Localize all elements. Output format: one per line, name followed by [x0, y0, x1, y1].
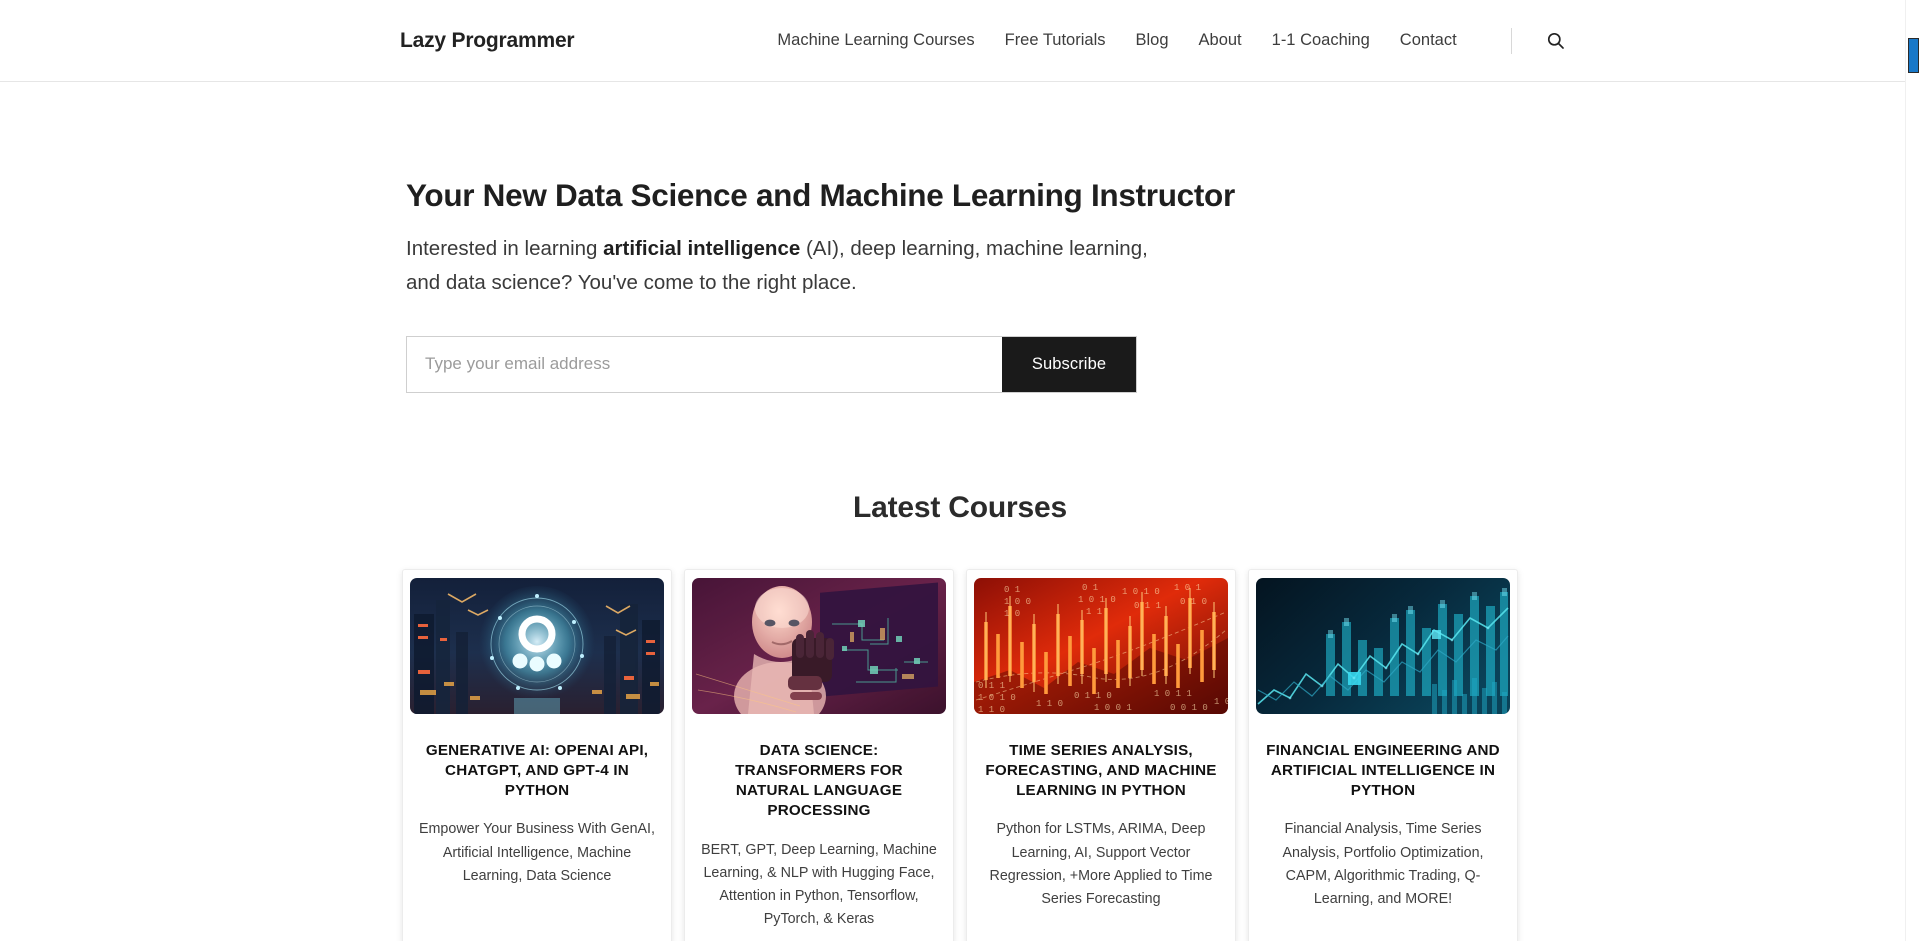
svg-text:0 0 1 0: 0 0 1 0	[1170, 703, 1208, 713]
hero-subtitle-emphasis: artificial intelligence	[603, 237, 801, 261]
svg-text:1 0 1 0: 1 0 1 0	[978, 693, 1016, 703]
main-navigation: Machine Learning Courses Free Tutorials …	[777, 27, 1567, 54]
latest-courses-section: Latest Courses GENERATIVE AI: OPENAI API…	[0, 491, 1920, 941]
section-title-latest-courses: Latest Courses	[853, 490, 1067, 524]
nav-item-blog[interactable]: Blog	[1120, 31, 1183, 50]
course-card[interactable]: Data Science: Transformers for Natural L…	[684, 568, 954, 941]
nav-divider	[1510, 27, 1512, 54]
header-inner: Lazy Programmer Machine Learning Courses…	[0, 27, 1920, 54]
svg-text:0 1: 0 1	[1082, 583, 1098, 593]
cyberpunk-city-ai-logo-thumbnail	[410, 577, 664, 714]
svg-text:1 1 0: 1 1 0	[1036, 699, 1063, 709]
svg-text:1 0 1 0: 1 0 1 0	[1122, 587, 1160, 597]
nav-item-free-tutorials[interactable]: Free Tutorials	[990, 31, 1121, 50]
humanoid-robot-circuit-board-thumbnail	[692, 577, 946, 714]
subscribe-form: Subscribe	[406, 335, 1137, 393]
site-header: Lazy Programmer Machine Learning Courses…	[0, 0, 1920, 82]
course-description: BERT, GPT, Deep Learning, Machine Learni…	[701, 841, 937, 928]
site-brand-logo[interactable]: Lazy Programmer	[400, 29, 575, 53]
nav-item-machine-learning-courses[interactable]: Machine Learning Courses	[777, 31, 989, 50]
hero-section: Your New Data Science and Machine Learni…	[0, 82, 1920, 393]
svg-text:1 0 1 1: 1 0 1 1	[1154, 689, 1192, 699]
course-description: Financial Analysis, Time Series Analysis…	[1282, 821, 1484, 907]
red-candlestick-chart-thumbnail: 0 1 1 0 0 1 0 0 1 1 0 1 0 1 1 1 0 1 0 0 1 1 1…	[974, 577, 1228, 714]
page-title: Your New Data Science and Machine Learni…	[406, 177, 1235, 213]
page-scrollbar-track[interactable]	[1905, 0, 1920, 941]
svg-text:0 1 1: 0 1 1	[978, 681, 1005, 691]
svg-text:1 0 1 0: 1 0 1 0	[1078, 595, 1116, 605]
course-title: Data Science: Transformers for Natural L…	[735, 741, 903, 820]
nav-item-contact[interactable]: Contact	[1385, 31, 1472, 50]
course-card[interactable]: Generative AI: OpenAI API, ChatGPT, and …	[402, 568, 672, 941]
hero-subtitle-part1: Interested in learning	[406, 237, 604, 261]
svg-text:1 1 0: 1 1 0	[978, 705, 1005, 714]
course-title: Generative AI: OpenAI API, ChatGPT, and …	[425, 741, 649, 800]
svg-text:1 0: 1 0	[1004, 609, 1020, 619]
svg-text:1 0: 1 0	[1214, 697, 1228, 707]
teal-financial-chart-thumbnail	[1256, 577, 1510, 714]
svg-text:1 0 0 1: 1 0 0 1	[1094, 703, 1132, 713]
svg-text:0 1 1 0: 0 1 1 0	[1074, 691, 1112, 701]
svg-text:1 0 0: 1 0 0	[1004, 597, 1031, 607]
course-title: Financial Engineering and Artificial Int…	[1266, 741, 1500, 800]
hero-subtitle: Interested in learning artificial intell…	[406, 232, 1151, 298]
subscribe-button[interactable]: Subscribe	[1002, 336, 1136, 392]
svg-text:0 1 1: 0 1 1	[1134, 601, 1161, 611]
email-field[interactable]	[407, 336, 1002, 392]
course-title: Time Series Analysis, Forecasting, and M…	[985, 741, 1217, 800]
course-card-row: Generative AI: OpenAI API, ChatGPT, and …	[0, 568, 1920, 941]
page-scrollbar-thumb[interactable]	[1908, 38, 1919, 73]
course-description: Python for LSTMs, ARIMA, Deep Learning, …	[989, 821, 1213, 907]
nav-item-about[interactable]: About	[1184, 31, 1257, 50]
svg-text:1 0 1: 1 0 1	[1174, 583, 1201, 593]
course-description: Empower Your Business With GenAI, Artifi…	[418, 821, 655, 884]
svg-text:1 1: 1 1	[1086, 607, 1102, 617]
svg-text:0 1: 0 1	[1004, 585, 1020, 595]
svg-text:0 1 0: 0 1 0	[1180, 597, 1207, 607]
nav-item-1-1-coaching[interactable]: 1-1 Coaching	[1257, 31, 1385, 50]
search-icon[interactable]	[1545, 30, 1567, 52]
course-card[interactable]: Financial Engineering and Artificial Int…	[1248, 568, 1518, 941]
course-card[interactable]: 0 1 1 0 0 1 0 0 1 1 0 1 0 1 1 1 0 1 0 0 1 1 1…	[966, 568, 1236, 941]
